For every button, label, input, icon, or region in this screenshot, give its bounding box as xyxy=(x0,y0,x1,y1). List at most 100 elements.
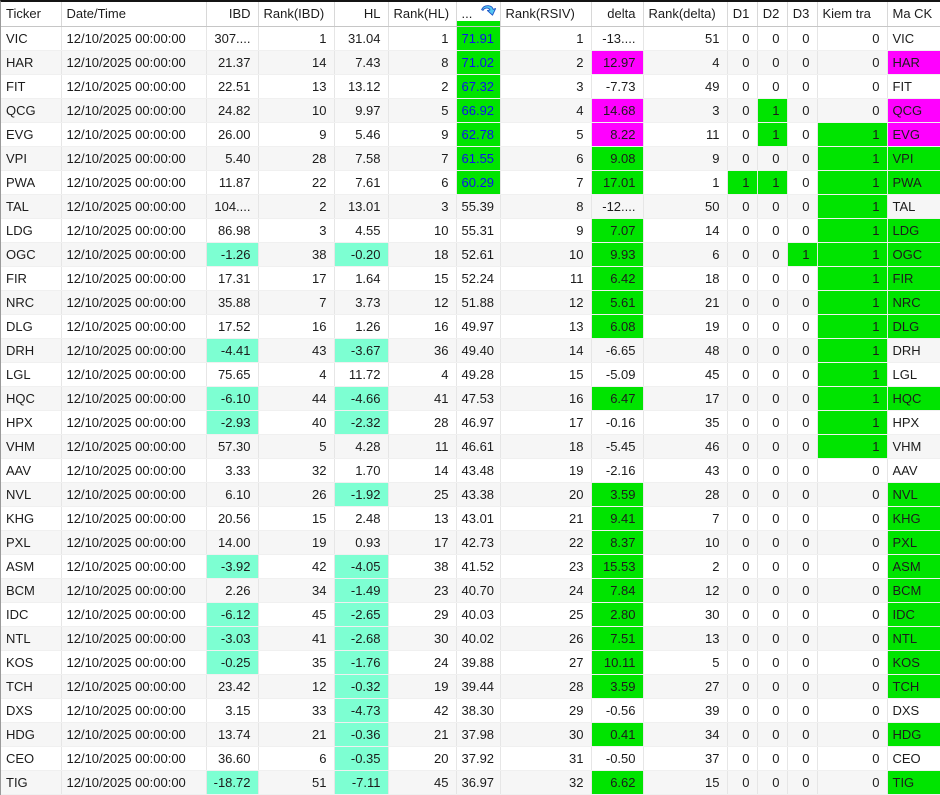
cell-delta[interactable]: 15.53 xyxy=(591,554,644,579)
cell-rank-ibd[interactable]: 43 xyxy=(258,338,335,363)
cell-rank-ibd[interactable]: 16 xyxy=(258,314,335,339)
cell-ticker[interactable]: DLG xyxy=(1,314,62,339)
cell-rsiv[interactable]: 71.02 xyxy=(456,50,501,75)
cell-datetime[interactable]: 12/10/2025 00:00:00 xyxy=(61,722,207,747)
cell-rank-delta[interactable]: 13 xyxy=(643,626,728,651)
cell-datetime[interactable]: 12/10/2025 00:00:00 xyxy=(61,242,207,267)
cell-rank-hl[interactable]: 20 xyxy=(388,746,457,771)
cell-rsiv[interactable]: 39.44 xyxy=(456,674,501,699)
cell-d1[interactable]: 0 xyxy=(727,194,758,219)
cell-ibd[interactable]: 3.15 xyxy=(206,698,259,723)
cell-ibd[interactable]: 13.74 xyxy=(206,722,259,747)
cell-ibd[interactable]: 22.51 xyxy=(206,74,259,99)
cell-rank-rsiv[interactable]: 19 xyxy=(500,458,592,483)
cell-ticker[interactable]: LDG xyxy=(1,218,62,243)
cell-datetime[interactable]: 12/10/2025 00:00:00 xyxy=(61,266,207,291)
column-header-delta[interactable]: delta xyxy=(591,2,644,27)
cell-d1[interactable]: 0 xyxy=(727,602,758,627)
cell-rank-hl[interactable]: 15 xyxy=(388,266,457,291)
cell-ma-ck[interactable]: LGL xyxy=(887,362,940,387)
cell-rank-delta[interactable]: 11 xyxy=(643,122,728,147)
cell-rank-hl[interactable]: 25 xyxy=(388,482,457,507)
cell-rank-hl[interactable]: 14 xyxy=(388,458,457,483)
cell-ma-ck[interactable]: EVG xyxy=(887,122,940,147)
cell-kiem-tra[interactable]: 1 xyxy=(817,170,888,195)
table-row[interactable]: DRH 12/10/2025 00:00:00 -4.41 43 -3.67 36 49.4… xyxy=(1,338,940,363)
cell-rank-hl[interactable]: 41 xyxy=(388,386,457,411)
cell-ma-ck[interactable]: HPX xyxy=(887,410,940,435)
cell-rank-delta[interactable]: 2 xyxy=(643,554,728,579)
cell-ticker[interactable]: TIG xyxy=(1,770,62,795)
cell-rank-rsiv[interactable]: 27 xyxy=(500,650,592,675)
table-row[interactable]: ASM 12/10/2025 00:00:00 -3.92 42 -4.05 38 41.5… xyxy=(1,554,940,579)
cell-rank-ibd[interactable]: 34 xyxy=(258,578,335,603)
cell-d1[interactable]: 0 xyxy=(727,482,758,507)
cell-rank-delta[interactable]: 37 xyxy=(643,746,728,771)
cell-rank-delta[interactable]: 46 xyxy=(643,434,728,459)
table-row[interactable]: HQC 12/10/2025 00:00:00 -6.10 44 -4.66 41 47.5… xyxy=(1,386,940,411)
cell-ma-ck[interactable]: NVL xyxy=(887,482,940,507)
cell-rank-ibd[interactable]: 12 xyxy=(258,674,335,699)
cell-d2[interactable]: 0 xyxy=(757,314,788,339)
cell-d3[interactable]: 0 xyxy=(787,530,818,555)
cell-ma-ck[interactable]: HQC xyxy=(887,386,940,411)
cell-ibd[interactable]: 6.10 xyxy=(206,482,259,507)
cell-ma-ck[interactable]: LDG xyxy=(887,218,940,243)
cell-ticker[interactable]: OGC xyxy=(1,242,62,267)
column-header-d1[interactable]: D1 xyxy=(727,2,758,27)
cell-hl[interactable]: 7.61 xyxy=(334,170,389,195)
cell-rank-rsiv[interactable]: 14 xyxy=(500,338,592,363)
cell-d3[interactable]: 0 xyxy=(787,458,818,483)
cell-d3[interactable]: 0 xyxy=(787,266,818,291)
cell-ibd[interactable]: -3.03 xyxy=(206,626,259,651)
cell-ticker[interactable]: BCM xyxy=(1,578,62,603)
cell-rank-hl[interactable]: 16 xyxy=(388,314,457,339)
cell-delta[interactable]: 0.41 xyxy=(591,722,644,747)
cell-d1[interactable]: 0 xyxy=(727,50,758,75)
cell-kiem-tra[interactable]: 1 xyxy=(817,386,888,411)
cell-d2[interactable]: 0 xyxy=(757,482,788,507)
cell-delta[interactable]: 6.08 xyxy=(591,314,644,339)
cell-d2[interactable]: 1 xyxy=(757,122,788,147)
cell-ma-ck[interactable]: FIT xyxy=(887,74,940,99)
cell-kiem-tra[interactable]: 1 xyxy=(817,290,888,315)
cell-delta[interactable]: 10.11 xyxy=(591,650,644,675)
cell-rank-hl[interactable]: 28 xyxy=(388,410,457,435)
cell-ticker[interactable]: HDG xyxy=(1,722,62,747)
cell-delta[interactable]: 5.61 xyxy=(591,290,644,315)
cell-datetime[interactable]: 12/10/2025 00:00:00 xyxy=(61,650,207,675)
table-row[interactable]: KOS 12/10/2025 00:00:00 -0.25 35 -1.76 24 39.8… xyxy=(1,650,940,675)
cell-delta[interactable]: 7.07 xyxy=(591,218,644,243)
cell-d3[interactable]: 0 xyxy=(787,194,818,219)
cell-d2[interactable]: 0 xyxy=(757,194,788,219)
cell-d2[interactable]: 0 xyxy=(757,650,788,675)
cell-d2[interactable]: 0 xyxy=(757,338,788,363)
cell-rank-hl[interactable]: 24 xyxy=(388,650,457,675)
cell-rsiv[interactable]: 36.97 xyxy=(456,770,501,795)
cell-d1[interactable]: 0 xyxy=(727,242,758,267)
cell-rsiv[interactable]: 67.32 xyxy=(456,74,501,99)
cell-d1[interactable]: 0 xyxy=(727,146,758,171)
cell-rank-rsiv[interactable]: 17 xyxy=(500,410,592,435)
cell-kiem-tra[interactable]: 1 xyxy=(817,146,888,171)
cell-delta[interactable]: -13.... xyxy=(591,26,644,51)
cell-d1[interactable]: 0 xyxy=(727,314,758,339)
cell-rank-ibd[interactable]: 5 xyxy=(258,434,335,459)
cell-rank-ibd[interactable]: 6 xyxy=(258,746,335,771)
cell-d2[interactable]: 0 xyxy=(757,506,788,531)
cell-kiem-tra[interactable]: 1 xyxy=(817,410,888,435)
table-row[interactable]: DXS 12/10/2025 00:00:00 3.15 33 -4.73 42 38.30… xyxy=(1,698,940,723)
cell-kiem-tra[interactable]: 0 xyxy=(817,770,888,795)
cell-rank-ibd[interactable]: 4 xyxy=(258,362,335,387)
cell-rank-rsiv[interactable]: 8 xyxy=(500,194,592,219)
cell-rank-delta[interactable]: 34 xyxy=(643,722,728,747)
cell-hl[interactable]: 4.28 xyxy=(334,434,389,459)
cell-d2[interactable]: 0 xyxy=(757,410,788,435)
cell-kiem-tra[interactable]: 0 xyxy=(817,602,888,627)
cell-d3[interactable]: 0 xyxy=(787,674,818,699)
cell-datetime[interactable]: 12/10/2025 00:00:00 xyxy=(61,458,207,483)
cell-rsiv[interactable]: 43.01 xyxy=(456,506,501,531)
cell-d1[interactable]: 0 xyxy=(727,386,758,411)
cell-rank-ibd[interactable]: 1 xyxy=(258,26,335,51)
cell-rank-ibd[interactable]: 10 xyxy=(258,98,335,123)
